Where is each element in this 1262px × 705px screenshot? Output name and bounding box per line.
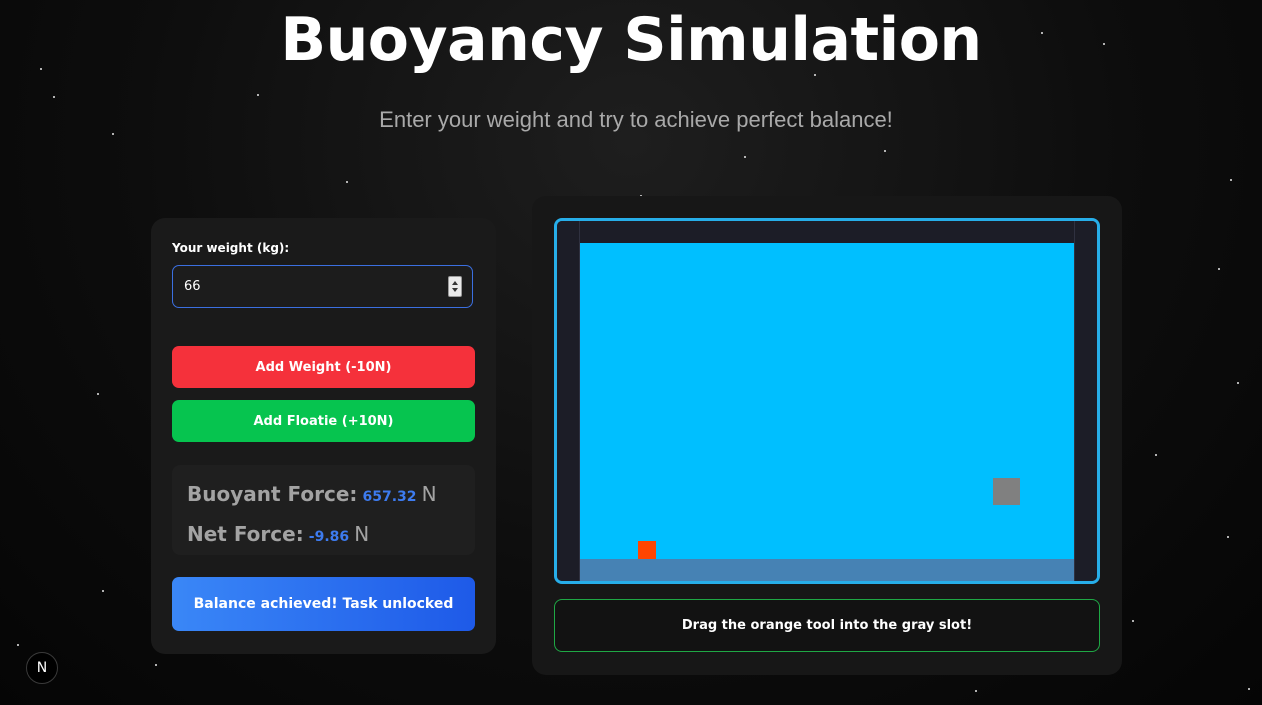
- weight-label: Your weight (kg):: [172, 241, 290, 255]
- tank-floor: [580, 559, 1074, 581]
- weight-input[interactable]: 66: [172, 265, 473, 308]
- n-logo-badge[interactable]: N: [26, 652, 58, 684]
- add-floatie-button[interactable]: Add Floatie (+10N): [172, 400, 475, 442]
- gray-slot[interactable]: [993, 478, 1020, 505]
- page-title: Buoyancy Simulation: [280, 5, 982, 75]
- weight-value: 66: [184, 279, 201, 294]
- buoyant-force-label: Buoyant Force:: [187, 482, 358, 506]
- page-subtitle: Enter your weight and try to achieve per…: [379, 107, 893, 132]
- force-readout: Buoyant Force: 657.32 N Net Force: -9.86…: [172, 465, 475, 555]
- buoyant-force-unit: N: [421, 482, 437, 506]
- weight-stepper[interactable]: [448, 276, 462, 297]
- buoyant-force-row: Buoyant Force: 657.32 N: [187, 482, 437, 506]
- orange-tool[interactable]: [638, 541, 656, 559]
- stepper-up-icon[interactable]: [452, 281, 458, 285]
- water-tank: [554, 218, 1100, 584]
- buoyant-force-value: 657.32: [362, 489, 417, 505]
- tank-wall-right: [1074, 221, 1097, 581]
- tank-wall-left: [557, 221, 580, 581]
- water: [580, 243, 1074, 559]
- stepper-down-icon[interactable]: [452, 288, 458, 292]
- simulation-panel: Drag the orange tool into the gray slot!: [532, 196, 1122, 675]
- control-panel: Your weight (kg): 66 Add Weight (-10N) A…: [151, 218, 496, 654]
- net-force-unit: N: [354, 522, 370, 546]
- net-force-row: Net Force: -9.86 N: [187, 522, 369, 546]
- add-weight-button[interactable]: Add Weight (-10N): [172, 346, 475, 388]
- net-force-label: Net Force:: [187, 522, 304, 546]
- net-force-value: -9.86: [308, 529, 350, 545]
- balance-status-button[interactable]: Balance achieved! Task unlocked: [172, 577, 475, 631]
- instruction-box: Drag the orange tool into the gray slot!: [554, 599, 1100, 652]
